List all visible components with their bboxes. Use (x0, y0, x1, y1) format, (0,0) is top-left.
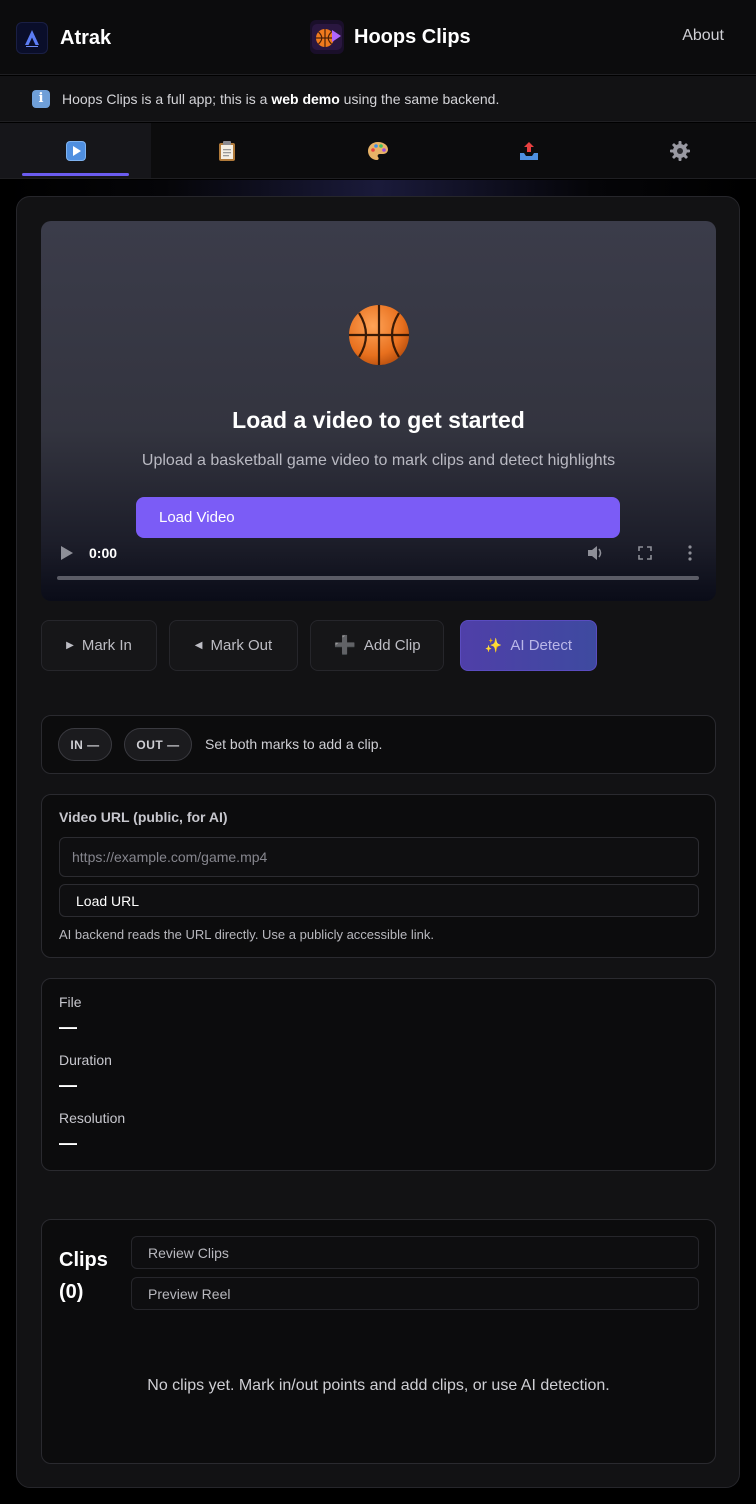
video-empty-title: Load a video to get started (232, 407, 525, 433)
clips-card: Clips (0) Review Clips Preview Reel No c… (41, 1219, 716, 1464)
volume-icon[interactable] (586, 544, 604, 562)
resolution-value: — (59, 1133, 77, 1153)
duration-label: Duration (59, 1052, 112, 1068)
video-url-input[interactable] (59, 837, 699, 877)
video-time: 0:00 (89, 545, 118, 561)
editor-panel: Load a video to get started Upload a bas… (16, 196, 740, 1488)
add-clip-label: Add Clip (363, 637, 421, 654)
hoops-logo-icon (310, 20, 344, 54)
about-link[interactable]: About (682, 27, 724, 45)
more-options-icon[interactable] (686, 544, 694, 562)
triangle-left-icon: ◀ (194, 640, 203, 651)
file-value: — (59, 1017, 77, 1037)
tab-clips-list[interactable] (151, 123, 302, 178)
out-mark-pill: OUT — (124, 728, 192, 761)
video-player[interactable]: Load a video to get started Upload a bas… (41, 221, 716, 601)
gear-icon (669, 140, 691, 162)
play-icon (65, 140, 87, 162)
marks-hint: Set both marks to add a clip. (205, 736, 383, 752)
mark-in-button[interactable]: ▶ Mark In (41, 620, 157, 671)
ai-detect-label: AI Detect (510, 637, 573, 654)
video-info-card: File — Duration — Resolution — (41, 978, 716, 1171)
mark-in-label: Mark In (81, 637, 132, 654)
atrak-logo-icon (16, 22, 48, 54)
plus-icon: ➕ (333, 635, 356, 655)
marks-row: IN — OUT — Set both marks to add a clip. (41, 715, 716, 774)
video-progress-track[interactable] (57, 576, 699, 580)
ai-detect-button[interactable]: ✨ AI Detect (460, 620, 597, 671)
sparkles-icon: ✨ (484, 637, 503, 653)
play-icon[interactable] (60, 545, 74, 561)
tab-settings[interactable] (605, 123, 756, 178)
clipboard-icon (216, 140, 238, 162)
tab-bar (0, 123, 756, 179)
info-text-bold: web demo (271, 90, 340, 107)
tab-player[interactable] (0, 123, 152, 178)
file-label: File (59, 994, 82, 1010)
mark-out-button[interactable]: ◀ Mark Out (169, 620, 298, 671)
video-empty-subtitle: Upload a basketball game video to mark c… (141, 452, 616, 469)
video-url-card: Video URL (public, for AI) Load URL AI b… (41, 794, 716, 958)
clips-empty-message: No clips yet. Mark in/out points and add… (147, 1377, 610, 1394)
video-url-label: Video URL (public, for AI) (59, 809, 228, 825)
app-name: Hoops Clips (354, 25, 471, 48)
mark-out-label: Mark Out (210, 637, 273, 654)
palette-icon (367, 140, 389, 162)
tab-style[interactable] (302, 123, 453, 178)
basketball-icon (349, 305, 409, 365)
duration-value: — (59, 1075, 77, 1095)
review-clips-button[interactable]: Review Clips (131, 1236, 699, 1269)
tab-export[interactable] (454, 123, 605, 178)
clips-title: Clips (0) (59, 1249, 108, 1303)
info-text-start: Hoops Clips is a full app; this is a (62, 90, 272, 107)
fullscreen-icon[interactable] (637, 545, 653, 561)
info-icon: i (32, 89, 50, 108)
in-mark-pill: IN — (58, 728, 112, 761)
demo-info-bar: i Hoops Clips is a full app; this is a w… (0, 76, 756, 122)
export-tray-icon (518, 140, 540, 162)
load-url-button[interactable]: Load URL (59, 884, 699, 917)
add-clip-button[interactable]: ➕ Add Clip (310, 620, 444, 671)
brand-name: Atrak (60, 26, 112, 49)
triangle-right-icon: ▶ (66, 640, 74, 651)
app-title: Hoops Clips (310, 20, 471, 54)
video-url-help: AI backend reads the URL directly. Use a… (59, 927, 435, 942)
app-header: Atrak Hoops Clips About (0, 0, 756, 75)
load-video-button[interactable]: Load Video (136, 497, 620, 538)
resolution-label: Resolution (59, 1110, 126, 1126)
preview-reel-button[interactable]: Preview Reel (131, 1277, 699, 1310)
info-text-end: using the same backend. (339, 90, 500, 107)
brand[interactable]: Atrak (16, 22, 111, 54)
